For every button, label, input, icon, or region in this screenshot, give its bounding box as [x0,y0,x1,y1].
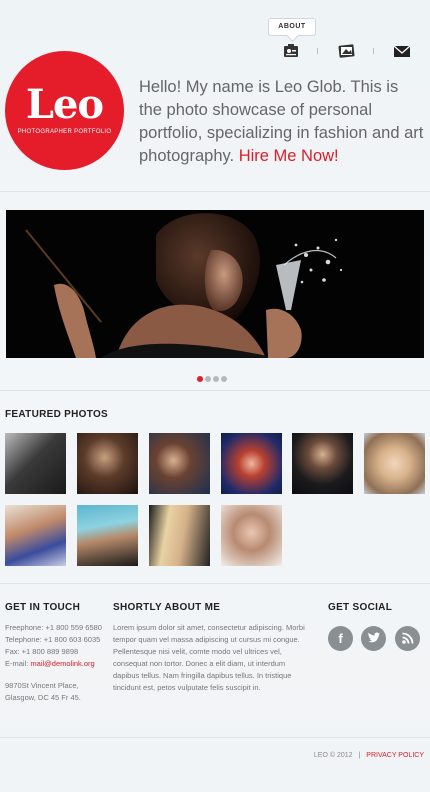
envelope-icon[interactable] [393,43,411,59]
about-label: ABOUT [278,23,306,30]
divider [0,583,430,584]
slider-pagination [197,369,229,387]
hero-slider[interactable] [6,210,424,358]
fax: Fax: +1 800 889 9898 [5,647,79,656]
address-line: 9870St Vincent Place, [5,681,79,690]
contact-info: Freephone: +1 800 559 6580 Telephone: +1… [5,622,105,704]
logo[interactable]: Leo PHOTOGRAPHER PORTFOLIO [5,51,124,170]
featured-photo[interactable] [5,505,66,566]
featured-title: FEATURED PHOTOS [5,409,109,420]
email-label: E-mail: [5,659,31,668]
featured-photo[interactable] [221,433,282,494]
about-title: SHORTLY ABOUT ME [113,602,221,613]
slider-dot[interactable] [221,376,227,382]
twitter-icon[interactable] [361,626,386,651]
footer-separator: | [358,752,361,759]
slider-dot[interactable] [197,376,203,382]
featured-photo[interactable] [5,433,66,494]
contact-title: GET IN TOUCH [5,602,81,613]
slider-dot[interactable] [205,376,211,382]
photo-album-icon[interactable] [338,43,356,59]
about-tooltip: ABOUT [268,18,316,36]
about-text: Lorem ipsum dolor sit amet, consectetur … [113,623,305,692]
freephone: Freephone: +1 800 559 6580 [5,623,102,632]
featured-photo[interactable] [77,505,138,566]
featured-photo[interactable] [149,505,210,566]
nav-divider [317,48,318,54]
social-title: GET SOCIAL [328,602,393,613]
id-card-icon[interactable] [282,43,300,59]
privacy-policy-link[interactable]: PRIVACY POLICY [366,752,424,759]
logo-title: Leo [25,81,104,128]
intro-text: Hello! My name is Leo Glob. This is the … [139,76,424,168]
telephone: Telephone: +1 800 603 6035 [5,635,101,644]
slider-dot[interactable] [213,376,219,382]
hire-me-link[interactable]: Hire Me Now! [239,147,339,165]
featured-photo[interactable] [149,433,210,494]
featured-photo[interactable] [364,433,425,494]
featured-photo[interactable] [77,433,138,494]
divider [0,737,430,738]
logo-subtitle: PHOTOGRAPHER PORTFOLIO [17,129,112,135]
rss-icon[interactable] [395,626,420,651]
email-row: E-mail: mail@demolink.org [5,658,105,670]
address-line: Glasgow, DC 45 Fr 45. [5,693,81,702]
featured-photo[interactable] [221,505,282,566]
divider [0,191,430,192]
hero-image [6,210,424,358]
facebook-icon[interactable]: f [328,626,353,651]
featured-photo[interactable] [292,433,353,494]
footer-bottom: LEO © 2012 | PRIVACY POLICY [314,752,424,759]
nav-divider [373,48,374,54]
svg-text:f: f [338,631,343,646]
divider [0,390,430,391]
email-link[interactable]: mail@demolink.org [30,659,94,668]
copyright: LEO © 2012 [313,752,353,759]
